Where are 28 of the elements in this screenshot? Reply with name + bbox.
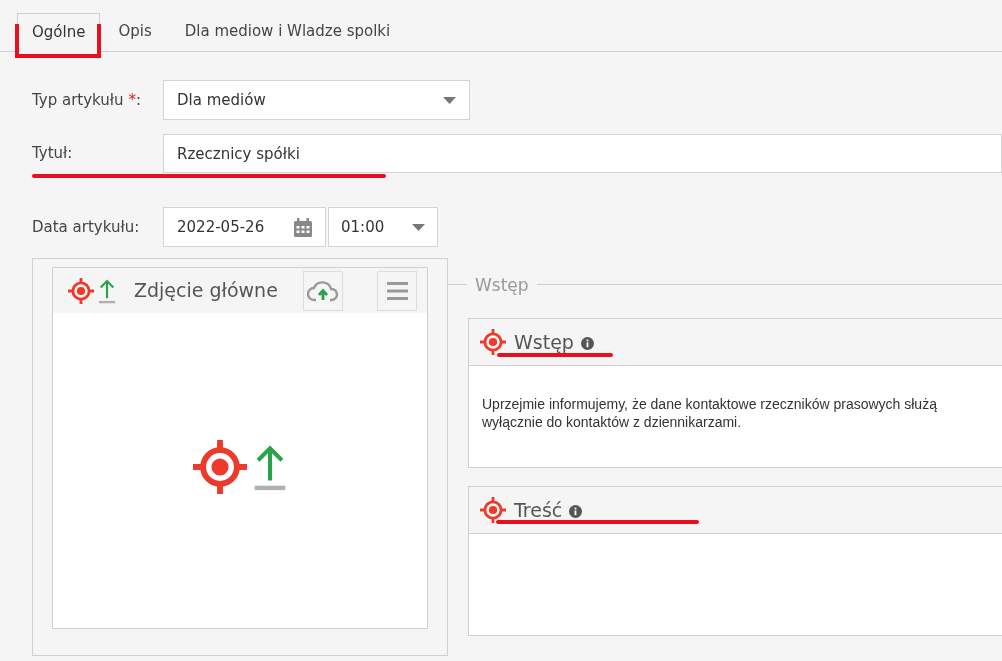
card-title: Zdjęcie główne (134, 278, 278, 304)
info-icon (580, 337, 594, 350)
target-icon (480, 329, 506, 355)
time-dropdown[interactable]: 01:00 (328, 207, 438, 247)
field-label: Data artykułu: (32, 216, 141, 238)
target-icon (68, 277, 94, 304)
target-icon (480, 497, 506, 523)
menu-icon (386, 281, 408, 300)
cloud-upload-icon (306, 279, 339, 302)
tab[interactable]: Opis (103, 12, 167, 51)
field-label: Tytuł: (32, 143, 74, 165)
target-icon (193, 439, 247, 494)
title-input-field[interactable]: Rzecznicy spółki (163, 134, 1002, 173)
upload-icon (98, 277, 116, 304)
panel-title: Treść (514, 500, 563, 520)
tab[interactable]: Ogólne (17, 13, 101, 52)
caret-icon (443, 96, 456, 104)
calendar-icon (294, 217, 312, 237)
date-input-field[interactable]: 2022-05-26 (163, 207, 326, 247)
panel-title: Wstęp (514, 332, 574, 352)
caret-icon (412, 223, 425, 231)
menu-button[interactable] (377, 270, 417, 311)
field-label: Typ artykułu *: (32, 89, 142, 111)
article-type-dropdown[interactable]: Dla mediów (163, 80, 470, 120)
tab[interactable]: Dla mediow i Wladze spolki (169, 12, 406, 51)
intro-text: Uprzejmie informujemy, że dane kontaktowe rzeczników prasowych służą wyłącznie do kontaktów z dziennikarzami. (481, 395, 938, 431)
upload-button[interactable] (302, 270, 343, 311)
info-icon (569, 505, 583, 518)
